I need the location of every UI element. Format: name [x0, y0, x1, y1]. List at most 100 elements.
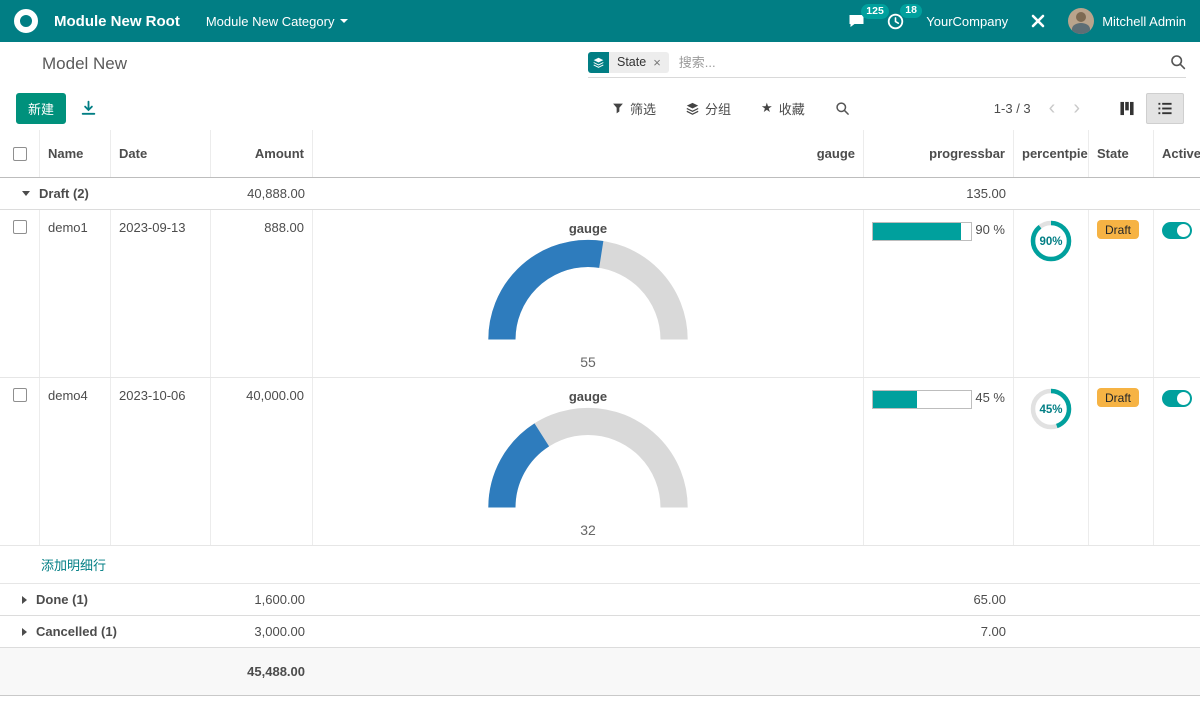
progressbar-fill: [873, 391, 917, 408]
view-switcher: [1108, 93, 1184, 124]
gauge-chart: [481, 238, 695, 354]
funnel-icon: [612, 102, 624, 115]
header-percentpie[interactable]: percentpie: [1014, 130, 1089, 177]
menu-category[interactable]: Module New Category: [206, 14, 349, 29]
cell-date[interactable]: 2023-09-13: [111, 210, 211, 377]
progressbar-track: [872, 390, 972, 409]
group-title: Cancelled (1): [36, 624, 117, 639]
gauge-value: 32: [580, 522, 596, 538]
facet-remove-button[interactable]: ×: [653, 55, 661, 70]
tools-icon: [1030, 13, 1046, 29]
breadcrumb-row: Model New State ×: [0, 42, 1200, 86]
percentpie-widget: 45%: [1014, 378, 1089, 545]
cell-name[interactable]: demo1: [40, 210, 111, 377]
control-panel: 新建 筛选 分组 ★ 收藏: [0, 86, 1200, 130]
add-line-link[interactable]: 添加明细行: [41, 555, 106, 574]
row-select-cell: [0, 210, 40, 377]
list-view-button[interactable]: [1146, 93, 1184, 124]
footer-amount-total: 45,488.00: [211, 664, 313, 679]
search-facet-state[interactable]: State ×: [588, 52, 669, 73]
user-menu[interactable]: Mitchell Admin: [1068, 8, 1186, 34]
header-amount[interactable]: Amount: [211, 130, 313, 177]
percentpie-label: 45%: [1039, 404, 1062, 416]
caret-right-icon: [22, 628, 27, 636]
messages-button[interactable]: 125: [848, 13, 865, 29]
cell-date[interactable]: 2023-10-06: [111, 378, 211, 545]
pager-previous-button[interactable]: ‹: [1045, 98, 1060, 118]
percentpie-chart: 45%: [1028, 386, 1074, 432]
header-select-all: [0, 130, 40, 177]
row-select-cell: [0, 378, 40, 545]
cell-name[interactable]: demo4: [40, 378, 111, 545]
gauge-value: 55: [580, 354, 596, 370]
chevron-down-icon: [340, 19, 348, 23]
table-row[interactable]: demo1 2023-09-13 888.00 gauge 55 90 % 90…: [0, 210, 1200, 378]
header-name[interactable]: Name: [40, 130, 111, 177]
cell-state: Draft: [1089, 210, 1154, 377]
pager: 1-3 / 3 ‹ ›: [994, 93, 1184, 124]
header-date[interactable]: Date: [111, 130, 211, 177]
row-checkbox[interactable]: [13, 220, 27, 234]
gauge-widget: gauge 32: [313, 378, 864, 545]
gauge-title: gauge: [569, 389, 607, 404]
odoo-logo-icon[interactable]: [14, 9, 38, 33]
group-row-draft[interactable]: Draft (2) 40,888.00 135.00: [0, 178, 1200, 210]
add-line-row: 添加明细行: [0, 546, 1200, 584]
percentpie-widget: 90%: [1014, 210, 1089, 377]
caret-right-icon: [22, 596, 27, 604]
app-title[interactable]: Module New Root: [54, 13, 180, 30]
progressbar-label: 90 %: [975, 222, 1005, 237]
group-progress-total: 135.00: [864, 186, 1014, 201]
search-input[interactable]: [669, 51, 1170, 74]
state-badge: Draft: [1097, 388, 1139, 407]
header-active[interactable]: Active: [1154, 130, 1200, 177]
gauge-chart: [481, 406, 695, 522]
expand-search-button[interactable]: [835, 101, 850, 116]
active-toggle[interactable]: [1162, 390, 1192, 407]
cell-amount[interactable]: 40,000.00: [211, 378, 313, 545]
magnifier-icon: [835, 101, 850, 116]
group-amount-total: 3,000.00: [211, 624, 313, 639]
group-by-facet-icon: [588, 52, 609, 73]
layers-icon: [686, 102, 699, 115]
group-row-cancelled[interactable]: Cancelled (1) 3,000.00 7.00: [0, 616, 1200, 648]
group-by-button[interactable]: 分组: [686, 99, 731, 118]
progressbar-fill: [873, 223, 961, 240]
progressbar-widget: 45 %: [864, 378, 1014, 545]
favorites-button[interactable]: ★ 收藏: [761, 99, 805, 118]
group-row-done[interactable]: Done (1) 1,600.00 65.00: [0, 584, 1200, 616]
facet-label: State: [617, 55, 646, 69]
header-gauge[interactable]: gauge: [313, 130, 864, 177]
toggle-knob: [1177, 224, 1190, 237]
filter-label: 筛选: [630, 99, 656, 118]
breadcrumb: Model New: [42, 54, 127, 74]
group-title: Draft (2): [39, 186, 89, 201]
debug-tools-button[interactable]: [1030, 13, 1046, 29]
row-checkbox[interactable]: [13, 388, 27, 402]
menu-category-label: Module New Category: [206, 14, 335, 29]
filter-button[interactable]: 筛选: [612, 99, 656, 118]
active-toggle[interactable]: [1162, 222, 1192, 239]
pager-range: 1-3 / 3: [994, 101, 1031, 116]
create-button[interactable]: 新建: [16, 93, 66, 124]
company-name[interactable]: YourCompany: [926, 14, 1008, 29]
activities-button[interactable]: 18: [887, 13, 904, 30]
gauge-title: gauge: [569, 221, 607, 236]
export-button[interactable]: [80, 100, 97, 117]
cell-amount[interactable]: 888.00: [211, 210, 313, 377]
table-header-row: Name Date Amount gauge progressbar perce…: [0, 130, 1200, 178]
user-name: Mitchell Admin: [1102, 14, 1186, 29]
group-label: Cancelled (1): [0, 624, 211, 639]
progressbar-label: 45 %: [975, 390, 1005, 405]
kanban-view-button[interactable]: [1108, 93, 1146, 124]
select-all-checkbox[interactable]: [13, 147, 27, 161]
search-icon[interactable]: [1170, 54, 1186, 70]
star-icon: ★: [761, 100, 773, 116]
table-row[interactable]: demo4 2023-10-06 40,000.00 gauge 32 45 %…: [0, 378, 1200, 546]
group-label: Draft (2): [0, 186, 211, 201]
caret-down-icon: [22, 191, 30, 196]
header-progressbar[interactable]: progressbar: [864, 130, 1014, 177]
top-navbar: Module New Root Module New Category 125 …: [0, 0, 1200, 42]
header-state[interactable]: State: [1089, 130, 1154, 177]
pager-next-button[interactable]: ›: [1069, 98, 1084, 118]
